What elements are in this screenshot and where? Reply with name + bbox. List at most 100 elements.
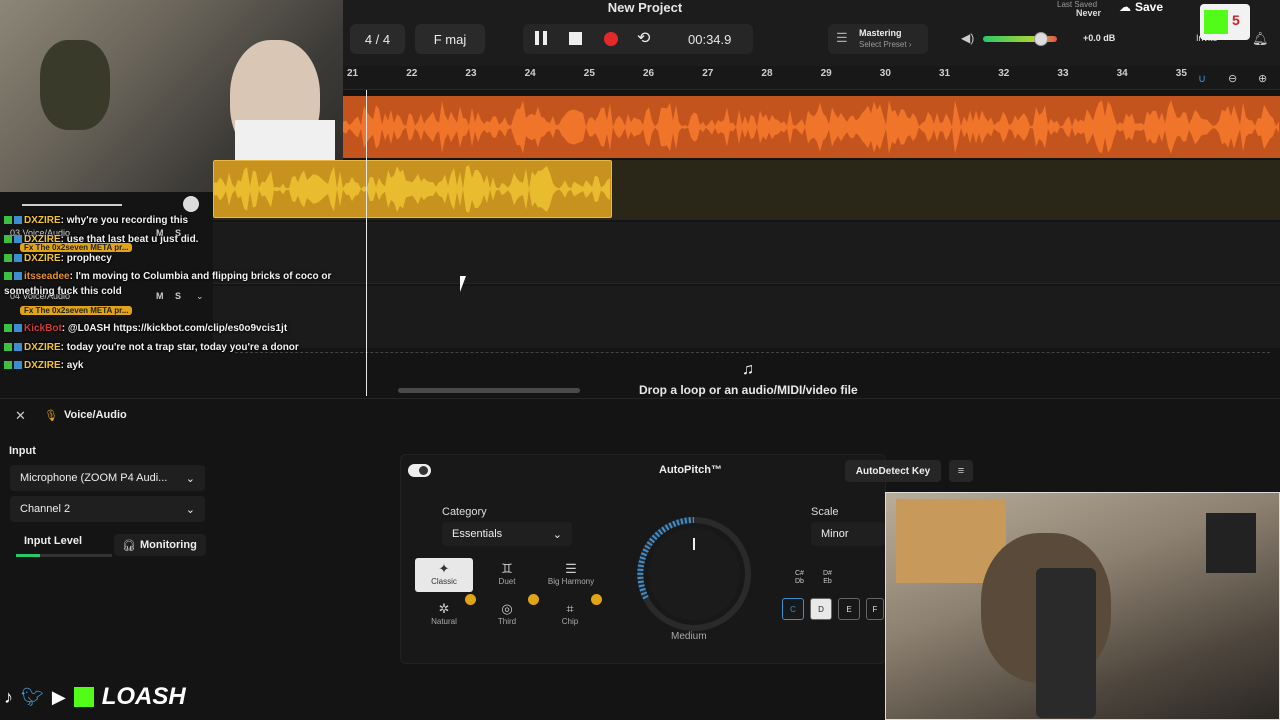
natural-icon: ✲: [438, 601, 450, 616]
zoom-out-icon[interactable]: ⊖: [1228, 72, 1237, 85]
twitter-icon: 🐦︎: [21, 686, 44, 707]
chat-message: DXZIRE: today you're not a trap star, to…: [4, 342, 299, 353]
ruler-tick: 33: [1057, 68, 1069, 79]
category-label: Category: [442, 506, 487, 518]
input-level-label: Input Level: [24, 535, 83, 547]
timeline-ruler[interactable]: 21 22 23 24 25 26 27 28 29 30 31 32 33 34 35: [343, 66, 1280, 90]
chat-reply-tag: Fx The 0x2seven META pr...: [20, 243, 133, 252]
last-saved-value: Never: [1076, 8, 1102, 18]
time-display: 00:34.9: [688, 32, 732, 47]
autopitch-toggle[interactable]: [408, 464, 431, 477]
audio-clip-track-1[interactable]: [343, 96, 1280, 158]
autodetect-key-button[interactable]: AutoDetect Key: [845, 460, 941, 482]
tiktok-icon: ♪: [4, 686, 13, 707]
volume-db: +0.0 dB: [1083, 33, 1116, 43]
autopitch-title: AutoPitch™: [659, 464, 722, 476]
channel-select[interactable]: Channel 2 ⌄: [10, 496, 205, 522]
ruler-tick: 24: [524, 68, 536, 79]
volume-knob[interactable]: [1033, 32, 1048, 46]
chat-message-continued: something fuck this cold: [4, 286, 122, 297]
key-c-sharp[interactable]: C# Db: [795, 570, 804, 586]
track-pan-knob[interactable]: [183, 196, 199, 212]
scale-label: Scale: [811, 506, 839, 518]
cloud-upload-icon: ☁: [1119, 0, 1131, 14]
close-icon[interactable]: ✕: [15, 408, 26, 424]
save-button[interactable]: ☁ Save: [1119, 0, 1179, 14]
chat-message: DXZIRE: why're you recording this: [4, 215, 188, 226]
kick-count: 5: [1232, 12, 1240, 28]
ruler-tick: 21: [347, 68, 359, 79]
social-links: ♪ 🐦︎ ▶ LOASH: [4, 677, 186, 717]
kick-badge: 5: [1200, 4, 1250, 40]
channel-name: LOASH: [101, 683, 186, 710]
harmony-icon: ☰: [565, 561, 577, 576]
pause-button[interactable]: [535, 31, 549, 47]
drop-zone[interactable]: ♫ Drop a loop or an audio/MIDI/video fil…: [235, 352, 1270, 397]
headphones-icon: 🎧︎: [122, 539, 136, 552]
record-button[interactable]: [604, 32, 618, 46]
ruler-tick: 23: [465, 68, 477, 79]
chat-reply-tag: Fx The 0x2seven META pr...: [20, 306, 133, 315]
ruler-tick: 34: [1116, 68, 1128, 79]
settings-sliders-icon[interactable]: ≡: [949, 460, 973, 482]
loop-icon[interactable]: ⟲: [637, 28, 650, 48]
kick-logo-icon: [1204, 10, 1228, 34]
chat-message: itsseadee: I'm moving to Columbia and fl…: [4, 271, 331, 282]
horizontal-scrollbar[interactable]: [398, 388, 580, 393]
sparkle-icon: ✦: [438, 561, 450, 576]
panel-title: Voice/Audio: [64, 409, 127, 421]
key-f[interactable]: F: [866, 598, 884, 620]
premium-crown-icon: [591, 594, 602, 605]
category-select[interactable]: Essentials ⌄: [442, 522, 572, 546]
zoom-in-icon[interactable]: ⊕: [1258, 72, 1267, 85]
magnet-icon[interactable]: ∪: [1198, 72, 1206, 85]
webcam-overlay-bottom: [885, 492, 1280, 720]
master-volume-slider[interactable]: [983, 32, 1057, 46]
key-d[interactable]: D: [810, 598, 832, 620]
music-file-icon: ♫: [742, 361, 754, 378]
key-c[interactable]: C: [782, 598, 804, 620]
mode-duet[interactable]: ♊︎ Duet: [478, 558, 536, 592]
audio-clip-track-2[interactable]: [213, 160, 612, 218]
mode-big-harmony[interactable]: ☰ Big Harmony: [541, 558, 601, 592]
sliders-icon: ☰: [836, 30, 848, 45]
knob-value-label: Medium: [671, 631, 707, 642]
waveform-track-1: [343, 100, 1279, 154]
ruler-tick: 27: [702, 68, 714, 79]
correction-knob[interactable]: [632, 512, 756, 636]
monitoring-button[interactable]: 🎧︎ Monitoring: [114, 534, 206, 556]
mastering-button[interactable]: ☰ Mastering Select Preset ›: [828, 24, 928, 54]
ruler-tick: 35: [1175, 68, 1187, 79]
project-title: New Project: [607, 0, 683, 15]
playhead[interactable]: [366, 90, 367, 396]
ruler-tick: 25: [583, 68, 595, 79]
stop-button[interactable]: [569, 32, 582, 45]
ruler-tick: 30: [879, 68, 891, 79]
ruler-tick: 32: [998, 68, 1010, 79]
track-lane-4[interactable]: [213, 286, 1280, 348]
track-volume-slider[interactable]: [22, 204, 122, 206]
time-signature[interactable]: 4 / 4: [350, 24, 405, 54]
ruler-tick: 31: [939, 68, 951, 79]
chevron-down-icon: ⌄: [552, 528, 562, 541]
mode-classic[interactable]: ✦ Classic: [415, 558, 473, 592]
waveform-track-2: [214, 165, 610, 213]
chat-message: KickBot: @L0ASH https://kickbot.com/clip…: [4, 323, 287, 334]
track-lane-3[interactable]: [213, 222, 1280, 284]
mode-natural[interactable]: ✲ Natural: [415, 598, 473, 632]
ruler-tick: 26: [643, 68, 655, 79]
bell-icon[interactable]: 🔔︎: [1252, 31, 1269, 47]
input-device-select[interactable]: Microphone (ZOOM P4 Audi... ⌄: [10, 465, 205, 491]
chevron-down-icon: ⌄: [185, 472, 195, 485]
ruler-tick: 22: [406, 68, 418, 79]
key-e[interactable]: E: [838, 598, 860, 620]
mode-chip[interactable]: ⌗ Chip: [541, 598, 599, 632]
input-label: Input: [9, 445, 36, 457]
speaker-icon[interactable]: ◀): [961, 31, 974, 45]
youtube-icon: ▶: [51, 686, 66, 707]
top-toolbar: New Project Last Saved Never ☁ Save 4 / …: [343, 0, 1280, 66]
scale-select[interactable]: Minor: [811, 522, 885, 546]
key-selector[interactable]: F maj: [415, 24, 485, 54]
key-d-sharp[interactable]: D# Eb: [823, 570, 832, 586]
mode-third[interactable]: ◎ Third: [478, 598, 536, 632]
